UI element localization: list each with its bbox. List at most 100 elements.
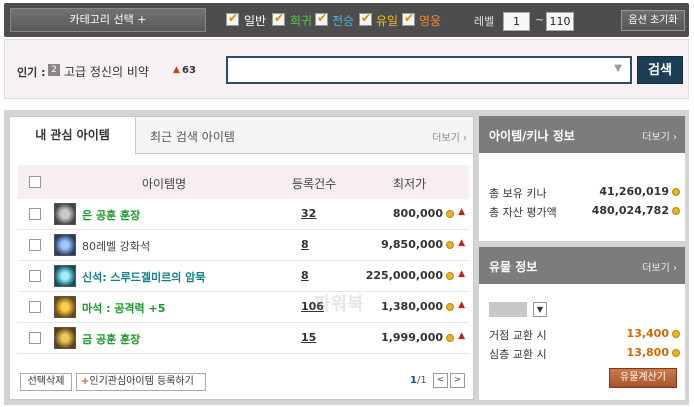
table-header: 아이템명 등록건수 최저가 [18, 165, 469, 199]
item-price: 9,850,000 [381, 238, 443, 251]
item-count[interactable]: 32 [301, 207, 316, 220]
row-checkbox[interactable] [29, 301, 41, 313]
kina-info-header: 아이템/키나 정보 더보기 › [479, 116, 685, 153]
tab-recent-search[interactable]: 최근 검색 아이템 더보기 › [136, 117, 473, 154]
grade-normal-label: 일반 [244, 14, 267, 28]
kina-info-title: 아이템/키나 정보 [489, 129, 575, 143]
kina-coin-icon [672, 188, 680, 196]
item-price: 225,000,000 [365, 269, 443, 282]
popular-count: 63 [182, 65, 196, 76]
item-count[interactable]: 8 [301, 269, 309, 282]
popular-rank-badge: 2 [48, 64, 60, 76]
row-checkbox[interactable] [29, 332, 41, 344]
item-price: 1,380,000 [381, 300, 443, 313]
table-row: 80레벨 강화석 8 9,850,000 ▲ [18, 230, 469, 261]
level-max-input[interactable]: 110 [546, 12, 574, 31]
relic-calculator-button[interactable]: 유물계산기 [609, 368, 677, 388]
total-kina-label: 총 보유 키나 [489, 187, 547, 200]
total-asset-label: 총 자산 평가액 [489, 206, 557, 219]
tab-recent-search-label: 최근 검색 아이템 [150, 130, 235, 144]
kina-coin-icon [672, 207, 680, 215]
relic-more-link[interactable]: 더보기 › [642, 259, 677, 274]
godstone-icon[interactable] [54, 265, 76, 287]
tab-my-items[interactable]: 내 관심 아이템 [10, 117, 136, 154]
relic-info-title: 유물 정보 [489, 260, 538, 274]
prev-page-button[interactable]: < [433, 373, 448, 388]
chevron-right-icon: › [673, 263, 677, 274]
grade-unique-label: 유일 [376, 14, 399, 28]
delete-selected-button[interactable]: 선택삭제 [20, 373, 72, 391]
kina-coin-icon [672, 330, 680, 338]
level-separator: ~ [535, 13, 545, 26]
item-count[interactable]: 106 [301, 300, 324, 313]
item-name[interactable]: 신석: 스루드겔미르의 암묵 [82, 269, 205, 285]
trend-up-icon: ▲ [458, 207, 465, 217]
relic-info-panel: 유물 정보 더보기 › ▼ 거점 교환 시 13,400 심층 교환 시 13,… [479, 247, 685, 400]
total-kina-value: 41,260,019 [599, 185, 669, 198]
grade-normal-checkbox[interactable] [226, 11, 239, 26]
popular-item-link[interactable]: 고급 정신의 비약 [64, 63, 149, 80]
trend-up-icon: ▲ [458, 331, 465, 341]
kina-more-link[interactable]: 더보기 › [642, 128, 677, 143]
medal-icon[interactable] [54, 203, 76, 225]
item-price: 800,000 [392, 207, 443, 220]
next-page-button[interactable]: > [450, 373, 465, 388]
total-asset-value: 480,024,782 [591, 204, 669, 217]
trend-up-icon: ▲ [173, 65, 180, 75]
item-price: 1,999,000 [381, 331, 443, 344]
item-name[interactable]: 마석 : 공격력 +5 [82, 300, 165, 316]
chevron-right-icon: › [673, 132, 677, 143]
row-checkbox[interactable] [29, 239, 41, 251]
enchant-stone-icon[interactable] [54, 234, 76, 256]
select-all-checkbox[interactable] [29, 176, 41, 188]
more-link[interactable]: 더보기 › [432, 129, 467, 144]
table-row: 신석: 스루드겔미르의 암묵 8 225,000,000 ▲ [18, 261, 469, 292]
search-button[interactable]: 검색 [637, 56, 683, 84]
search-input[interactable]: ▼ [226, 56, 632, 84]
kina-coin-icon [672, 349, 680, 357]
column-header-name: 아이템명 [142, 177, 187, 191]
grade-epic-checkbox[interactable] [402, 11, 415, 26]
grade-legend-label: 전승 [332, 14, 355, 28]
medal-icon[interactable] [54, 327, 76, 349]
item-name[interactable]: 80레벨 강화석 [82, 238, 150, 254]
grade-rare-checkbox[interactable] [272, 11, 285, 26]
level-min-input[interactable]: 1 [503, 12, 530, 31]
register-popular-item-button[interactable]: +인기관심아이템 등록하기 [76, 373, 206, 391]
trend-up-icon: ▲ [458, 269, 465, 279]
page-indicator: 1/1 [410, 375, 427, 386]
level-label: 레벨 [474, 15, 495, 28]
row-checkbox[interactable] [29, 208, 41, 220]
column-header-price: 최저가 [393, 177, 427, 191]
relic-info-header: 유물 정보 더보기 › [479, 247, 685, 284]
item-name[interactable]: 금 공훈 훈장 [82, 331, 140, 347]
filter-bar: 카테고리 선택 + 일반 희귀 전승 유일 영웅 레벨 1 ~ 110 옵션 초… [4, 3, 689, 37]
relic-select[interactable] [489, 302, 527, 317]
base-exchange-value: 13,400 [626, 327, 669, 340]
grade-legend-checkbox[interactable] [315, 11, 328, 26]
watchlist-panel: 내 관심 아이템 최근 검색 아이템 더보기 › 아이템명 등록건수 최저가 은… [9, 116, 474, 400]
row-checkbox[interactable] [29, 270, 41, 282]
grade-rare-label: 희귀 [290, 14, 313, 28]
kina-coin-icon [446, 272, 454, 280]
category-select-button[interactable]: 카테고리 선택 + [10, 8, 206, 32]
kina-info-panel: 아이템/키나 정보 더보기 › 총 보유 키나 41,260,019 총 자산 … [479, 116, 685, 241]
kina-coin-icon [446, 241, 454, 249]
base-exchange-label: 거점 교환 시 [489, 329, 547, 342]
chevron-right-icon: › [463, 133, 467, 144]
item-count[interactable]: 15 [301, 331, 316, 344]
reset-options-button[interactable]: 옵션 초기화 [621, 10, 685, 31]
table-row: 마석 : 공격력 +5 106 1,380,000 ▲ [18, 292, 469, 323]
kina-coin-icon [446, 303, 454, 311]
item-name[interactable]: 은 공훈 훈장 [82, 207, 140, 223]
kina-coin-icon [446, 210, 454, 218]
item-count[interactable]: 8 [301, 238, 309, 251]
chevron-down-icon[interactable]: ▼ [614, 63, 622, 74]
search-bar: 인기 : 2 고급 정신의 비약 ▲ 63 ▼ 검색 [4, 39, 689, 99]
column-header-count: 등록건수 [292, 177, 337, 191]
kina-coin-icon [446, 334, 454, 342]
trend-up-icon: ▲ [458, 238, 465, 248]
chevron-down-icon[interactable]: ▼ [533, 302, 547, 317]
grade-unique-checkbox[interactable] [359, 11, 372, 26]
manastone-icon[interactable] [54, 296, 76, 318]
